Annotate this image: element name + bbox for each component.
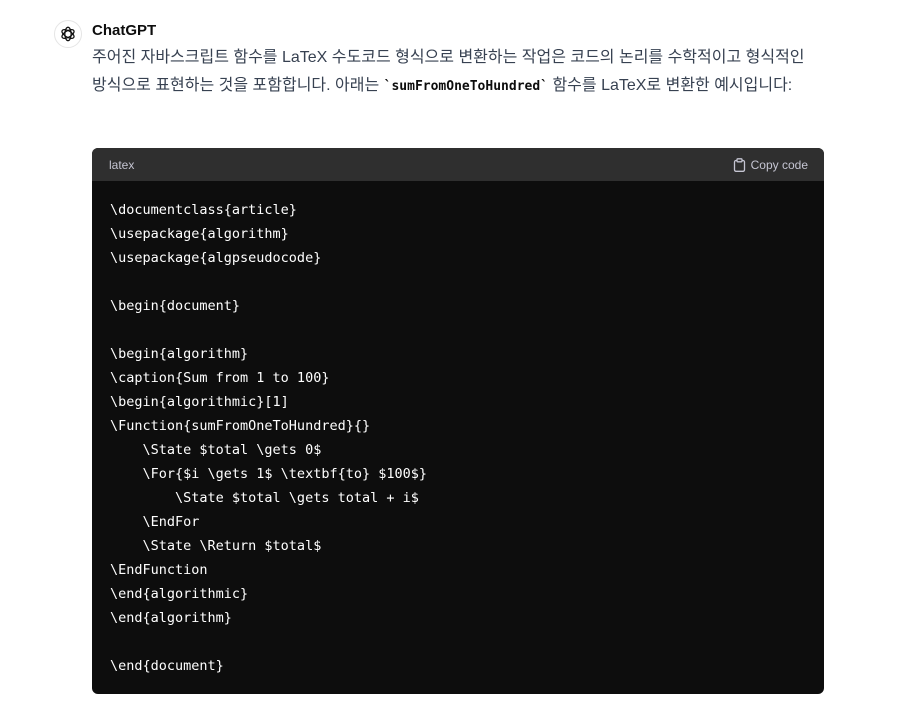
code-line: \EndFunction xyxy=(110,562,208,578)
inline-code: `sumFromOneToHundred` xyxy=(383,79,549,94)
author-name: ChatGPT xyxy=(92,22,157,39)
copy-code-label: Copy code xyxy=(750,157,808,172)
openai-logo-icon xyxy=(61,26,75,42)
assistant-avatar xyxy=(54,20,82,48)
code-language-label: latex xyxy=(109,157,135,172)
message-outro: 함수를 LaTeX로 변환한 예시입니다: xyxy=(548,77,793,94)
code-line: \For{$i \gets 1$ \textbf{to} $100$} xyxy=(110,466,427,482)
code-line: \EndFor xyxy=(110,514,200,530)
code-block: latex Copy code \documentclass{article} \… xyxy=(92,148,824,694)
copy-code-button[interactable]: Copy code xyxy=(733,158,808,172)
code-line: \end{algorithmic} xyxy=(110,586,249,602)
code-header: latex Copy code xyxy=(92,148,824,181)
code-line: \begin{document} xyxy=(110,298,241,314)
code-line: \begin{algorithmic}[1] xyxy=(110,394,289,410)
code-line: \end{document} xyxy=(110,658,224,674)
code-body: \documentclass{article} \usepackage{algor… xyxy=(92,181,824,678)
code-line: \usepackage{algorithm} xyxy=(110,226,289,242)
message-text: 주어진 자바스크립트 함수를 LaTeX 수도코드 형식으로 변환하는 작업은 … xyxy=(92,44,822,101)
code-line: \caption{Sum from 1 to 100} xyxy=(110,370,330,386)
code-line: \end{algorithm} xyxy=(110,610,232,626)
code-line: \State $total \gets total + i$ xyxy=(110,490,419,506)
code-line: \usepackage{algpseudocode} xyxy=(110,250,322,266)
code-line: \Function{sumFromOneToHundred}{} xyxy=(110,418,371,434)
clipboard-icon xyxy=(733,157,745,172)
code-line: \State \Return $total$ xyxy=(110,538,322,554)
code-line: \begin{algorithm} xyxy=(110,346,249,362)
code-line: \State $total \gets 0$ xyxy=(110,442,322,458)
code-line: \documentclass{article} xyxy=(110,202,297,218)
